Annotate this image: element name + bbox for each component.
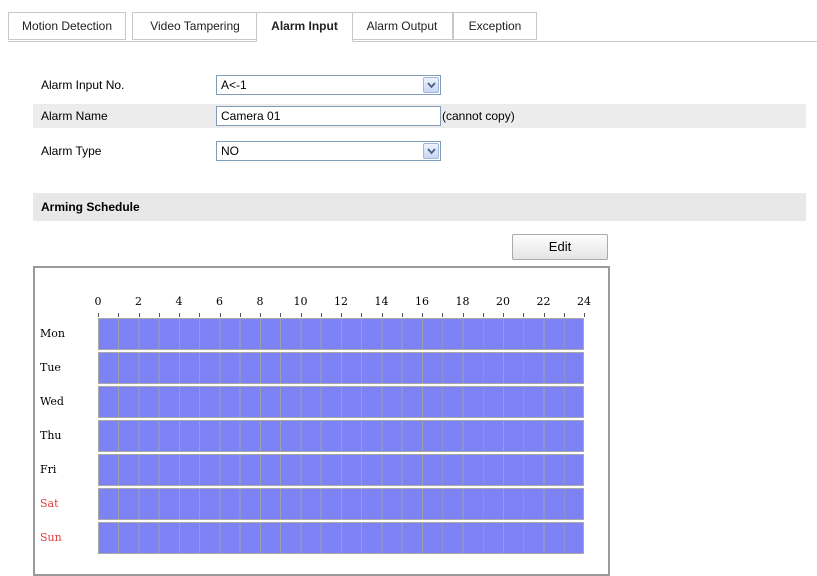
day-label-sun: Sun (40, 531, 62, 544)
hour-label: 10 (293, 295, 308, 308)
tab-alarm-input[interactable]: Alarm Input (256, 12, 353, 42)
hour-tick (523, 313, 525, 317)
day-label-sat: Sat (40, 497, 59, 510)
hour-label: 2 (135, 295, 142, 308)
tab-bar-divider (8, 41, 817, 42)
hour-label: 8 (256, 295, 264, 308)
hour-tick (503, 313, 504, 317)
tab-motion-detection[interactable]: Motion Detection (8, 12, 126, 40)
hour-tick (300, 313, 302, 317)
hour-label: 4 (175, 295, 183, 308)
chevron-down-icon[interactable] (423, 77, 439, 93)
schedule-bar-fri[interactable] (98, 454, 584, 486)
hour-tick (320, 313, 322, 317)
hour-label: 12 (334, 295, 348, 308)
hour-tick (199, 313, 201, 317)
hour-tick (422, 313, 423, 317)
hour-tick (563, 313, 565, 317)
arming-schedule-header: Arming Schedule (33, 193, 806, 221)
day-label-thu: Thu (40, 429, 62, 442)
alarm-name-label: Alarm Name (41, 109, 108, 123)
alarm-input-no-value: A<-1 (221, 78, 247, 92)
alarm-input-no-label: Alarm Input No. (41, 78, 125, 92)
alarm-input-no-select[interactable]: A<-1 (216, 75, 441, 95)
hour-tick (482, 313, 484, 317)
tab-alarm-output[interactable]: Alarm Output (351, 12, 453, 40)
hour-tick (584, 313, 585, 317)
schedule-bar-sat[interactable] (98, 488, 584, 520)
tab-bar: Motion Detection Video Tampering Alarm I… (8, 12, 817, 42)
hour-label: 14 (374, 295, 389, 308)
hour-label: 24 (577, 295, 591, 308)
day-label-mon: Mon (40, 327, 65, 340)
chevron-down-icon[interactable] (423, 143, 439, 159)
alarm-type-value: NO (221, 144, 239, 158)
alarm-name-input[interactable]: Camera 01 (216, 106, 441, 126)
hour-tick (280, 313, 282, 317)
hour-tick (260, 313, 261, 317)
hour-tick (158, 313, 160, 317)
alarm-name-row: Alarm Name Camera 01 (cannot copy) (33, 104, 806, 128)
alarm-type-row: Alarm Type NO (33, 139, 806, 163)
hour-tick (543, 313, 545, 317)
schedule-bar-thu[interactable] (98, 420, 584, 452)
arming-schedule-title: Arming Schedule (41, 200, 140, 214)
hour-label: 16 (415, 295, 429, 308)
hour-tick (462, 313, 464, 317)
hour-tick (361, 313, 363, 317)
hour-tick (381, 313, 383, 317)
hour-label: 0 (94, 295, 102, 308)
schedule-bar-tue[interactable] (98, 352, 584, 384)
alarm-name-value: Camera 01 (221, 109, 281, 123)
hour-tick (179, 313, 180, 317)
hour-tick (98, 313, 99, 317)
hour-tick (138, 313, 140, 317)
hour-tick (401, 313, 403, 317)
hour-label: 20 (496, 295, 510, 308)
day-label-tue: Tue (40, 361, 61, 374)
alarm-input-no-row: Alarm Input No. A<-1 (33, 73, 806, 97)
day-label-wed: Wed (40, 395, 64, 408)
hour-tick (118, 313, 120, 317)
hour-tick (442, 313, 444, 317)
alarm-type-select[interactable]: NO (216, 141, 441, 161)
schedule-bar-mon[interactable] (98, 318, 584, 350)
edit-button[interactable]: Edit (512, 234, 608, 260)
schedule-bar-wed[interactable] (98, 386, 584, 418)
alarm-name-note: (cannot copy) (442, 109, 515, 123)
day-label-fri: Fri (40, 463, 57, 476)
hour-label: 18 (455, 295, 470, 308)
tab-video-tampering[interactable]: Video Tampering (132, 12, 258, 40)
hour-label: 22 (536, 295, 551, 308)
alarm-type-label: Alarm Type (41, 144, 102, 158)
hour-tick (219, 313, 221, 317)
hour-label: 6 (216, 295, 223, 308)
schedule-bar-sun[interactable] (98, 522, 584, 554)
hour-tick (239, 313, 241, 317)
hour-tick (341, 313, 342, 317)
tab-exception[interactable]: Exception (453, 12, 537, 40)
